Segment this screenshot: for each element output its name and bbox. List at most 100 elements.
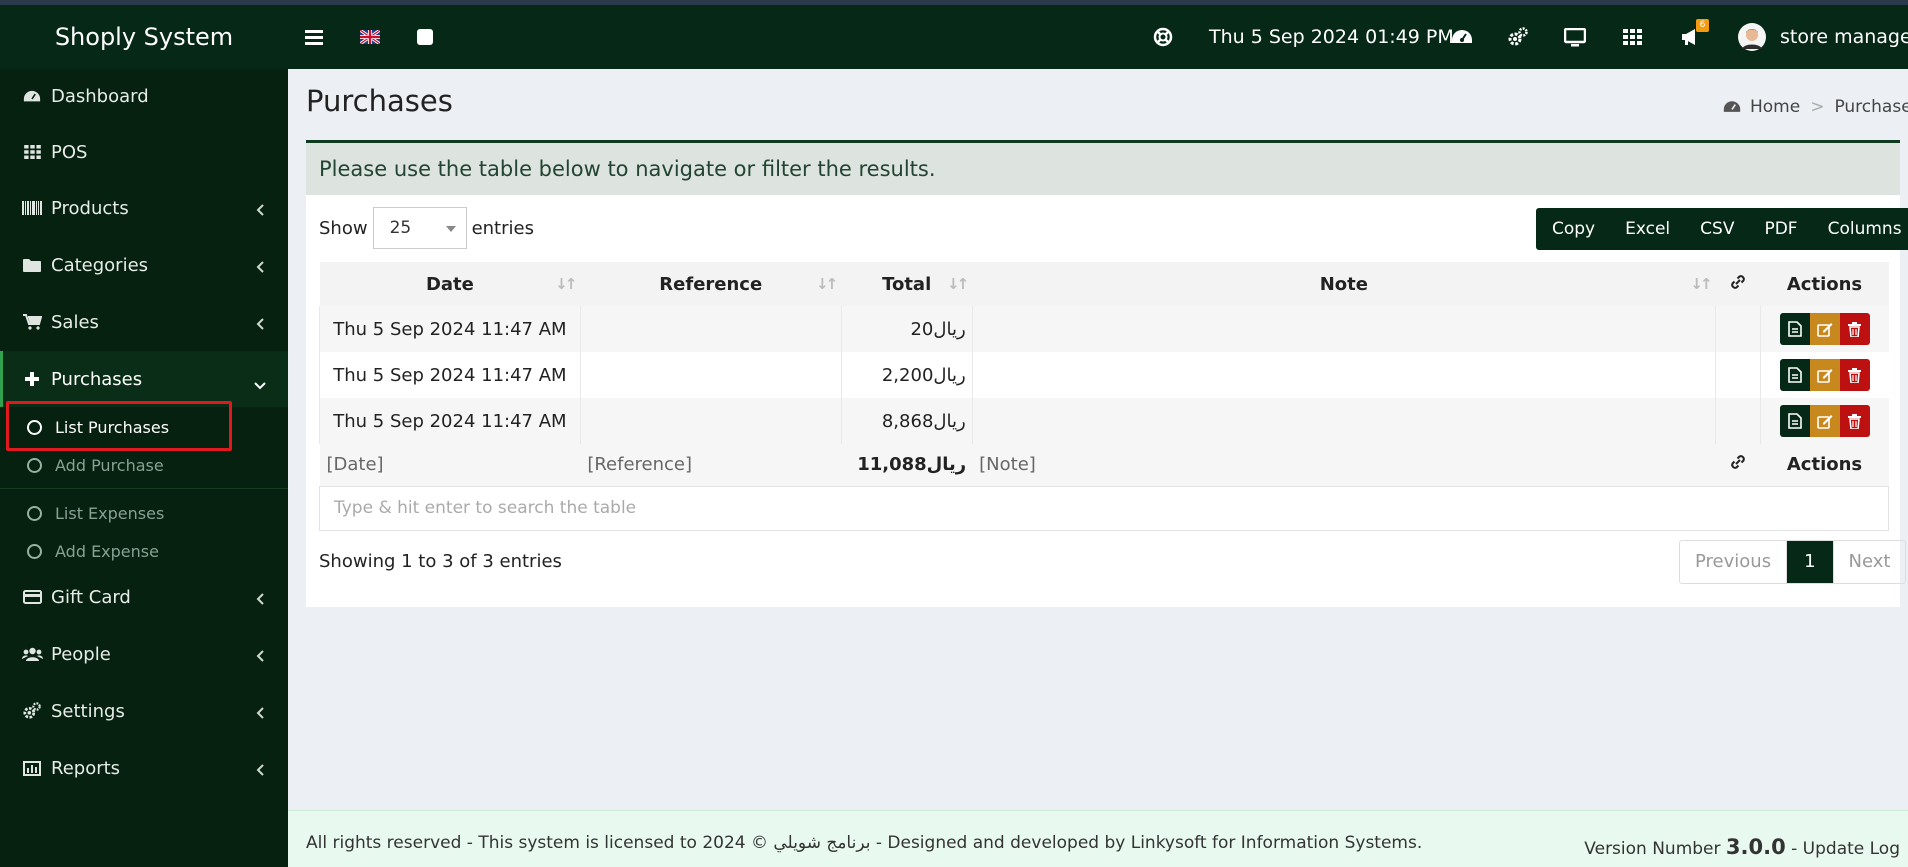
copy-button[interactable]: Copy [1536, 208, 1610, 250]
chevron-left-icon [256, 314, 264, 335]
sidebar-item-people[interactable]: People [0, 626, 288, 682]
page-1-button[interactable]: 1 [1787, 541, 1833, 583]
next-page-button[interactable]: Next [1832, 541, 1906, 583]
sidebar-item-purchases[interactable]: Purchases [0, 351, 288, 407]
top-navbar: Shoply System Thu 5 Sep 2024 01:49 PM 6 … [0, 5, 1908, 69]
cell-actions [1760, 398, 1889, 444]
sidebar-item-products[interactable]: Products [0, 180, 288, 236]
table-row[interactable]: Thu 5 Sep 2024 11:47 AM ريال20 [319, 306, 1889, 352]
settings-icon[interactable] [1507, 25, 1529, 49]
flag-uk-icon[interactable] [359, 25, 381, 49]
cogs-icon [20, 702, 44, 720]
cell-reference [579, 306, 842, 352]
square-icon[interactable] [416, 25, 434, 49]
previous-page-button[interactable]: Previous [1680, 541, 1788, 583]
sidebar-item-dashboard[interactable]: Dashboard [0, 68, 288, 124]
cell-attachment [1715, 398, 1761, 444]
footer-copyright: All rights reserved - This system is lic… [306, 833, 1423, 853]
cell-total: ريال20 [840, 306, 973, 352]
sidebar-item-label: POS [51, 141, 88, 163]
excel-button[interactable]: Excel [1610, 208, 1685, 250]
edit-button[interactable] [1809, 313, 1840, 345]
caret-down-icon [445, 226, 456, 232]
cell-note [971, 352, 1716, 398]
monitor-icon[interactable] [1563, 25, 1587, 49]
breadcrumb-home[interactable]: Home [1750, 97, 1800, 117]
table-row[interactable]: Thu 5 Sep 2024 11:47 AM ريال8,868 [319, 398, 1889, 444]
megaphone-icon[interactable]: 6 [1679, 19, 1709, 49]
delete-button[interactable] [1839, 313, 1870, 345]
breadcrumb-separator: > [1810, 97, 1825, 117]
column-header-attachment [1715, 262, 1761, 306]
sort-icon: ↓↑ [555, 275, 577, 293]
cell-actions [1760, 352, 1889, 398]
sidebar-sub-list-expenses[interactable]: List Expenses [0, 494, 288, 532]
footer-date-filter[interactable]: [Date] [319, 444, 581, 486]
pdf-button[interactable]: PDF [1749, 208, 1812, 250]
column-header-total[interactable]: Total ↓↑ [841, 262, 973, 306]
cell-date: Thu 5 Sep 2024 11:47 AM [319, 352, 581, 398]
view-details-button[interactable] [1779, 313, 1810, 345]
chevron-down-icon [254, 374, 266, 395]
sidebar-item-label: Settings [51, 700, 125, 722]
grid-icon[interactable] [1621, 25, 1643, 49]
view-details-button[interactable] [1779, 359, 1810, 391]
delete-button[interactable] [1839, 405, 1870, 437]
cell-actions [1760, 306, 1889, 352]
sort-icon: ↓↑ [816, 275, 838, 293]
sidebar-item-pos[interactable]: POS [0, 124, 288, 180]
table-search-input[interactable]: Type & hit enter to search the table [319, 485, 1889, 531]
delete-button[interactable] [1839, 359, 1870, 391]
footer-reference-filter[interactable]: [Reference] [580, 444, 842, 486]
avatar[interactable] [1738, 22, 1766, 52]
footer-total: ريال11,088 [841, 444, 973, 486]
chevron-left-icon [256, 703, 264, 724]
link-icon [1729, 455, 1747, 476]
edit-button[interactable] [1809, 359, 1840, 391]
sidebar-sub-label: Add Expense [55, 541, 159, 561]
sidebar-item-gift-card[interactable]: Gift Card [0, 569, 288, 625]
table-info: Showing 1 to 3 of 3 entries [319, 551, 562, 572]
entries-select[interactable]: 25 [372, 207, 467, 249]
menu-icon[interactable] [304, 25, 324, 49]
sidebar-item-sales[interactable]: Sales [0, 294, 288, 350]
update-log-link[interactable]: - Update Log [1791, 839, 1900, 859]
dashboard-icon [1723, 100, 1741, 114]
sidebar-item-label: Reports [51, 757, 121, 779]
cell-date: Thu 5 Sep 2024 11:47 AM [319, 398, 581, 444]
column-header-reference[interactable]: Reference ↓↑ [580, 262, 842, 306]
edit-button[interactable] [1809, 405, 1840, 437]
footer-actions: Actions [1760, 444, 1889, 486]
sidebar-item-reports[interactable]: Reports [0, 740, 288, 796]
cell-total: ريال8,868 [840, 398, 973, 444]
footer-note-filter[interactable]: [Note] [972, 444, 1716, 486]
plus-icon [20, 372, 44, 386]
sidebar-sub-add-expense[interactable]: Add Expense [0, 532, 288, 570]
sidebar-item-label: Gift Card [51, 586, 131, 608]
csv-button[interactable]: CSV [1685, 208, 1749, 250]
sidebar-sub-add-purchase[interactable]: Add Purchase [0, 446, 288, 484]
table-row[interactable]: Thu 5 Sep 2024 11:47 AM ريال2,200 [319, 352, 1889, 398]
app-brand[interactable]: Shoply System [0, 5, 288, 69]
columns-button[interactable]: Columns [1813, 208, 1908, 250]
notifications-badge: 6 [1696, 19, 1709, 32]
cell-note [971, 306, 1716, 352]
cell-attachment [1715, 306, 1761, 352]
dashboard-icon[interactable] [1451, 25, 1473, 49]
view-details-button[interactable] [1779, 405, 1810, 437]
user-name[interactable]: store manager [1780, 5, 1908, 69]
help-icon[interactable] [1152, 25, 1174, 49]
page-title: Purchases [306, 84, 453, 118]
column-header-date[interactable]: Date ↓↑ [319, 262, 581, 306]
entries-length-control: Show 25 entries [319, 207, 534, 249]
sidebar-item-settings[interactable]: Settings [0, 683, 288, 739]
chevron-left-icon [256, 646, 264, 667]
circle-icon [27, 505, 42, 521]
chevron-left-icon [256, 200, 264, 221]
sidebar-sub-label: List Expenses [55, 503, 165, 523]
sidebar-divider [0, 488, 288, 489]
highlight-annotation [6, 401, 232, 451]
sidebar-item-categories[interactable]: Categories [0, 237, 288, 293]
column-header-note[interactable]: Note ↓↑ [972, 262, 1716, 306]
sidebar-item-label: Sales [51, 311, 99, 333]
